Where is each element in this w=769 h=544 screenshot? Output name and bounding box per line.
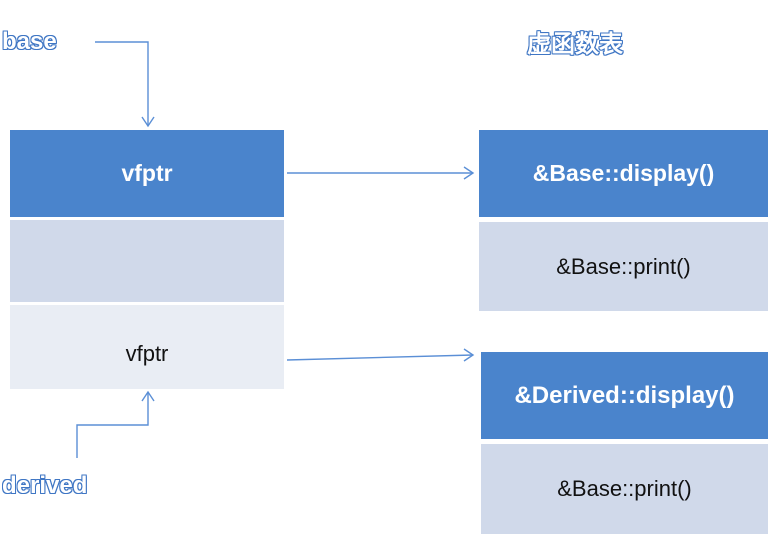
object-cell-base-members bbox=[10, 220, 284, 302]
derived-vtable-display-entry: &Derived::display() bbox=[481, 352, 768, 439]
base-label: base bbox=[2, 28, 58, 55]
derived-vtable-print-entry: &Base::print() bbox=[481, 444, 768, 534]
base-pointer-line bbox=[95, 41, 149, 126]
derived-label: derived bbox=[1, 472, 88, 499]
base-vtable-display-entry: &Base::display() bbox=[479, 130, 768, 217]
derived-pointer-line bbox=[76, 392, 149, 458]
vtable-title: 虚函数表 bbox=[527, 30, 623, 58]
object-cell-base-vfptr: vfptr bbox=[10, 130, 284, 217]
object-cell-derived-vfptr: vfptr bbox=[10, 305, 284, 389]
base-vtable-print-entry: &Base::print() bbox=[479, 222, 768, 311]
derived-vfptr-link-line bbox=[286, 354, 474, 361]
